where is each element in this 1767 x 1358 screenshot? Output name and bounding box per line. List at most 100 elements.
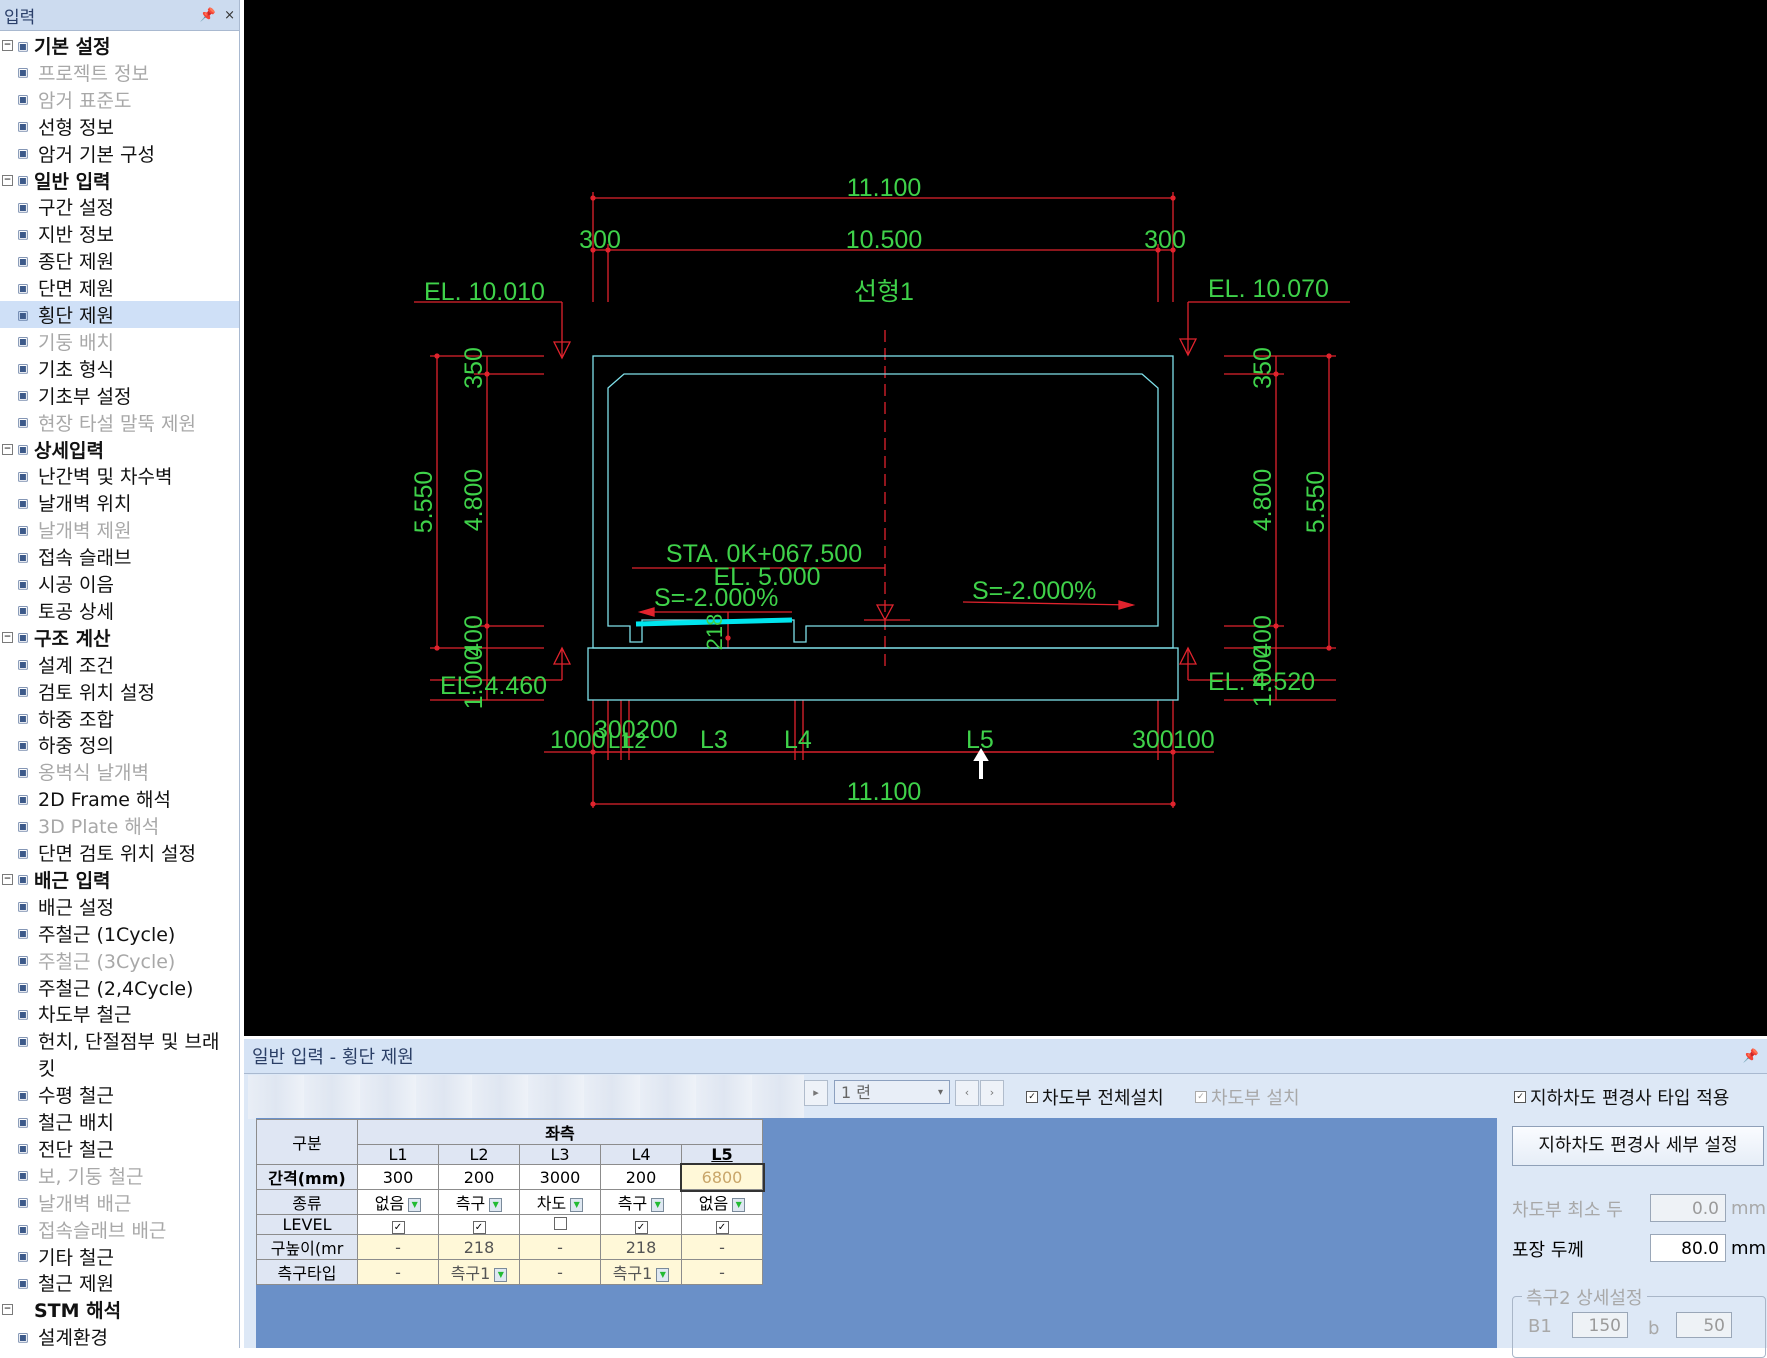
tree-item[interactable]: ▣ 보, 기둥 철근 (0, 1162, 239, 1189)
gap-cell[interactable]: 300 (357, 1164, 439, 1190)
tree-item[interactable]: ▣ 2D Frame 해석 (0, 785, 239, 812)
collapse-icon[interactable]: − (2, 174, 13, 186)
gutter-type-cell[interactable]: 측구1 ▼ (438, 1259, 520, 1285)
height-cell[interactable]: 218 (600, 1234, 682, 1260)
tree-item[interactable]: ▣ 지반 정보 (0, 220, 239, 247)
gutter-type-cell[interactable]: - (681, 1259, 763, 1285)
pavement-thickness-input[interactable]: 80.0 (1650, 1234, 1726, 1262)
tree-item[interactable]: ▣ 선형 정보 (0, 113, 239, 140)
tree-item[interactable]: ▣ 프로젝트 정보 (0, 59, 239, 86)
tree-item[interactable]: ▣ 시공 이음 (0, 570, 239, 597)
gap-cell[interactable]: 3000 (519, 1164, 601, 1190)
collapse-icon[interactable]: − (2, 443, 13, 455)
dropdown-icon[interactable]: ▼ (489, 1197, 503, 1212)
min-thickness-input[interactable]: 0.0 (1650, 1194, 1726, 1222)
subway-slope-detail-button[interactable]: 지하차도 편경사 세부 설정 (1512, 1126, 1764, 1166)
level-checkbox[interactable] (519, 1214, 601, 1235)
tree-item[interactable]: ▣ 수평 철근 (0, 1081, 239, 1108)
close-icon[interactable]: × (224, 8, 235, 23)
gutter-type-cell[interactable]: - (357, 1259, 439, 1285)
level-checkbox[interactable]: ✓ (600, 1214, 682, 1235)
height-cell[interactable]: - (357, 1234, 439, 1260)
level-checkbox[interactable]: ✓ (438, 1214, 520, 1235)
height-cell[interactable]: - (519, 1234, 601, 1260)
type-cell[interactable]: 차도 ▼ (519, 1189, 601, 1215)
type-cell[interactable]: 없음 ▼ (357, 1189, 439, 1215)
dropdown-icon[interactable]: ▼ (656, 1267, 670, 1282)
tree-item[interactable]: ▣ 현장 타설 말뚝 제원 (0, 409, 239, 436)
tree-item[interactable]: ▣ 차도부 철근 (0, 1000, 239, 1027)
tree-item[interactable]: ▣ 단면 검토 위치 설정 (0, 839, 239, 866)
tree-item[interactable]: ▣ 접속슬래브 배근 (0, 1216, 239, 1243)
tree-item[interactable]: ▣ 날개벽 제원 (0, 516, 239, 543)
type-cell[interactable]: 측구 ▼ (438, 1189, 520, 1215)
tree-item[interactable]: ▣ 접속 슬래브 (0, 543, 239, 570)
gap-cell[interactable]: 200 (438, 1164, 520, 1190)
tree-item[interactable]: ▣ 검토 위치 설정 (0, 678, 239, 705)
gutter-type-cell[interactable]: - (519, 1259, 601, 1285)
span-combo[interactable]: 1 련 ▾ (834, 1080, 950, 1104)
height-cell[interactable]: 218 (438, 1234, 520, 1260)
tree-item[interactable]: ▣ 옹벽식 날개벽 (0, 758, 239, 785)
tree-item[interactable]: ▣ 종단 제원 (0, 247, 239, 274)
tree-item[interactable]: ▣ 단면 제원 (0, 274, 239, 301)
collapse-icon[interactable]: − (2, 631, 13, 643)
level-checkbox[interactable]: ✓ (357, 1214, 439, 1235)
tree-item[interactable]: ▣ 하중 정의 (0, 731, 239, 758)
type-cell[interactable]: 측구 ▼ (600, 1189, 682, 1215)
tree-item[interactable]: ▣ 기타 철근 (0, 1243, 239, 1270)
tree-item[interactable]: ▣ 기초부 설정 (0, 382, 239, 409)
tree-item[interactable]: ▣ 토공 상세 (0, 597, 239, 624)
b-input[interactable]: 50 (1676, 1312, 1732, 1338)
dropdown-icon[interactable]: ▼ (732, 1197, 746, 1212)
tree-item[interactable]: ▣ 설계 조건 (0, 651, 239, 678)
gutter-type-cell[interactable]: 측구1 ▼ (600, 1259, 682, 1285)
tree-item[interactable]: ▣ 헌치, 단절점부 및 브래 (0, 1027, 239, 1054)
type-cell[interactable]: 없음 ▼ (681, 1189, 763, 1215)
height-cell[interactable]: - (681, 1234, 763, 1260)
tree-group[interactable]: − ▣ 상세입력 (0, 436, 239, 463)
tree-item[interactable]: ▣ 주철근 (1Cycle) (0, 920, 239, 947)
b1-input[interactable]: 150 (1572, 1312, 1628, 1338)
tree-group[interactable]: − ▣ 기본 설정 (0, 32, 239, 59)
tree-group[interactable]: − ▣ 구조 계산 (0, 624, 239, 651)
tree-item[interactable]: ▣ 설계환경 (0, 1323, 239, 1348)
tree-item[interactable]: ▣ 기초 형식 (0, 355, 239, 382)
pin-icon[interactable]: 📌 (200, 8, 216, 23)
drawing-canvas[interactable]: 11.100 10.500 300 300 선형1 EL. 10.010 EL.… (244, 0, 1767, 1036)
tree-item[interactable]: ▣ 횡단 제원 (0, 301, 239, 328)
tree-item[interactable]: ▣ 암거 표준도 (0, 86, 239, 113)
dropdown-icon[interactable]: ▼ (408, 1197, 422, 1212)
nav-first-button[interactable]: ▸ (804, 1080, 828, 1106)
nav-prev-button[interactable]: ‹ (955, 1080, 979, 1106)
tree-item[interactable]: ▣ 전단 철근 (0, 1135, 239, 1162)
nav-next-button[interactable]: › (980, 1080, 1004, 1106)
tree-item[interactable]: ▣ 철근 제원 (0, 1269, 239, 1296)
tree-group[interactable]: − ▣ 일반 입력 (0, 167, 239, 194)
dropdown-icon[interactable]: ▼ (494, 1267, 508, 1282)
subway-slope-checkbox[interactable]: ✓ 지하차도 편경사 타입 적용 (1514, 1084, 1729, 1110)
tree-item[interactable]: ▣ 주철근 (3Cycle) (0, 947, 239, 974)
tree-item[interactable]: ▣ 하중 조합 (0, 705, 239, 732)
gap-cell[interactable]: 6800 (679, 1162, 765, 1192)
dropdown-icon[interactable]: ▼ (651, 1197, 665, 1212)
tree-item[interactable]: ▣ 날개벽 배근 (0, 1189, 239, 1216)
tree-item[interactable]: ▣ 암거 기본 구성 (0, 140, 239, 167)
collapse-icon[interactable]: − (2, 873, 13, 885)
dropdown-icon[interactable]: ▼ (570, 1197, 584, 1212)
tree-item[interactable]: 킷 (0, 1054, 239, 1081)
tree-item[interactable]: ▣ 주철근 (2,4Cycle) (0, 974, 239, 1001)
tree-item[interactable]: ▣ 구간 설정 (0, 193, 239, 220)
roadway-all-checkbox[interactable]: ✓ 차도부 전체설치 (1026, 1084, 1164, 1110)
level-checkbox[interactable]: ✓ (681, 1214, 763, 1235)
pin-icon[interactable]: 📌 (1743, 1049, 1759, 1064)
tree-item[interactable]: ▣ 3D Plate 해석 (0, 812, 239, 839)
tree-item[interactable]: ▣ 날개벽 위치 (0, 489, 239, 516)
tree-item[interactable]: ▣ 철근 배치 (0, 1108, 239, 1135)
tree-item[interactable]: ▣ 기둥 배치 (0, 328, 239, 355)
tree-item[interactable]: ▣ 배근 설정 (0, 893, 239, 920)
tree-group[interactable]: − ▣ 배근 입력 (0, 866, 239, 893)
tree-item[interactable]: ▣ 난간벽 및 차수벽 (0, 462, 239, 489)
collapse-icon[interactable]: − (2, 40, 13, 51)
gap-cell[interactable]: 200 (600, 1164, 682, 1190)
